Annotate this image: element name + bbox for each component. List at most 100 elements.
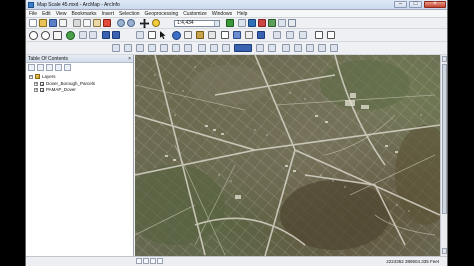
scroll-down-arrow-icon[interactable] (442, 248, 447, 254)
layout-pan-icon[interactable] (160, 44, 168, 52)
align-center-icon[interactable] (294, 44, 302, 52)
menu-insert[interactable]: Insert (101, 11, 114, 17)
text-tool-icon[interactable] (210, 44, 218, 52)
menu-geoprocessing[interactable]: Geoprocessing (145, 11, 179, 17)
create-viewer-window-icon[interactable] (273, 31, 281, 39)
new-map-icon[interactable] (29, 19, 37, 27)
line-color-icon[interactable] (256, 44, 264, 52)
full-extent-icon[interactable] (66, 31, 75, 40)
find-icon[interactable] (221, 31, 229, 39)
list-by-visibility-icon[interactable] (46, 64, 53, 71)
cut-icon[interactable] (73, 19, 81, 27)
arctoolbox-icon[interactable] (268, 19, 276, 27)
ungroup-elements-icon[interactable] (330, 44, 338, 52)
delete-icon[interactable] (103, 19, 111, 27)
collapse-icon[interactable]: − (29, 74, 33, 79)
group-elements-icon[interactable] (318, 44, 326, 52)
magnifier-icon[interactable] (315, 31, 323, 39)
back-extent-icon[interactable] (102, 31, 110, 39)
open-folder-icon[interactable] (39, 19, 47, 27)
zoom-out-icon[interactable] (41, 31, 50, 40)
toc-layer-row[interactable]: + ✓ Dover_Borough_Parcels (34, 81, 95, 86)
scroll-up-arrow-icon[interactable] (442, 56, 447, 62)
font-color-icon[interactable] (268, 44, 276, 52)
hyperlink-icon[interactable] (184, 31, 192, 39)
toc-options-icon[interactable] (64, 64, 71, 71)
scrollbar-thumb[interactable] (442, 64, 447, 214)
add-data-dropdown-icon[interactable] (152, 19, 160, 27)
help-pointer-icon[interactable] (327, 31, 335, 39)
model-builder-icon[interactable] (288, 19, 296, 27)
menu-file[interactable]: File (29, 11, 37, 17)
layer-visibility-checkbox[interactable]: ✓ (40, 81, 44, 86)
list-by-source-icon[interactable] (37, 64, 44, 71)
redo-icon[interactable] (127, 19, 135, 27)
zoom-to-100-icon[interactable] (124, 44, 132, 52)
list-by-selection-icon[interactable] (55, 64, 62, 71)
python-window-icon[interactable] (278, 19, 286, 27)
chevron-down-icon[interactable] (214, 21, 219, 26)
refresh-view-icon[interactable] (150, 258, 156, 264)
menu-windows[interactable]: Windows (212, 11, 232, 17)
zoom-whole-page-icon[interactable] (112, 44, 120, 52)
close-button[interactable]: × (424, 1, 446, 8)
time-slider-icon[interactable] (257, 31, 265, 39)
menu-customize[interactable]: Customize (183, 11, 207, 17)
align-left-icon[interactable] (282, 44, 290, 52)
html-popup-icon[interactable] (196, 31, 204, 39)
layout-zoom-out-icon[interactable] (148, 44, 156, 52)
measure-icon[interactable] (208, 31, 216, 39)
list-by-drawing-order-icon[interactable] (28, 64, 35, 71)
identify-icon[interactable] (172, 31, 181, 40)
select-elements-arrow-icon[interactable] (160, 31, 166, 39)
add-data-icon[interactable] (140, 19, 149, 28)
layout-forward-icon[interactable] (184, 44, 192, 52)
find-route-icon[interactable] (233, 31, 241, 39)
layout-view-icon[interactable] (143, 258, 149, 264)
search-window-icon[interactable] (258, 19, 266, 27)
map-display[interactable] (135, 55, 440, 256)
toc-root-row[interactable]: − Layers (29, 74, 56, 79)
rectangle-tool-icon[interactable] (198, 44, 206, 52)
pan-hand-icon[interactable] (53, 31, 62, 40)
expand-icon[interactable]: + (34, 81, 38, 86)
toc-close-icon[interactable]: × (128, 55, 131, 63)
fill-color-icon[interactable] (234, 44, 252, 52)
catalog-window-icon[interactable] (248, 19, 256, 27)
fixed-zoom-out-icon[interactable] (89, 31, 97, 39)
minimize-button[interactable]: – (394, 1, 407, 8)
forward-extent-icon[interactable] (112, 31, 120, 39)
undo-icon[interactable] (117, 19, 125, 27)
select-features-icon[interactable] (136, 31, 144, 39)
layout-back-icon[interactable] (172, 44, 180, 52)
layout-toolbar-icon[interactable] (286, 31, 294, 39)
layer-visibility-checkbox[interactable]: ✓ (40, 87, 44, 92)
copy-icon[interactable] (83, 19, 91, 27)
map-vertical-scrollbar[interactable] (440, 55, 447, 256)
expand-icon[interactable]: + (34, 87, 38, 92)
fixed-zoom-in-icon[interactable] (79, 31, 87, 39)
data-view-icon[interactable] (136, 258, 142, 264)
maximize-button[interactable]: □ (409, 1, 422, 8)
print-icon[interactable] (59, 19, 67, 27)
map-scale-value: 1:4,434 (177, 20, 194, 26)
map-scale-combobox[interactable]: 1:4,434 (174, 20, 220, 27)
go-to-xy-icon[interactable] (245, 31, 253, 39)
draw-line-icon[interactable] (222, 44, 230, 52)
paste-icon[interactable] (93, 19, 101, 27)
overview-window-icon[interactable] (299, 31, 307, 39)
menu-edit[interactable]: Edit (42, 11, 51, 17)
save-icon[interactable] (49, 19, 57, 27)
menu-selection[interactable]: Selection (119, 11, 140, 17)
toc-layer-row[interactable]: + ✓ PAMAP_Dover (34, 87, 76, 92)
clear-selection-icon[interactable] (148, 31, 156, 39)
menu-bookmarks[interactable]: Bookmarks (71, 11, 96, 17)
table-of-contents-icon[interactable] (238, 19, 246, 27)
align-right-icon[interactable] (306, 44, 314, 52)
editor-toolbar-icon[interactable] (226, 19, 234, 27)
zoom-in-icon[interactable] (29, 31, 38, 40)
pause-drawing-icon[interactable] (157, 258, 163, 264)
layout-zoom-in-icon[interactable] (136, 44, 144, 52)
menu-help[interactable]: Help (237, 11, 247, 17)
menu-view[interactable]: View (56, 11, 67, 17)
